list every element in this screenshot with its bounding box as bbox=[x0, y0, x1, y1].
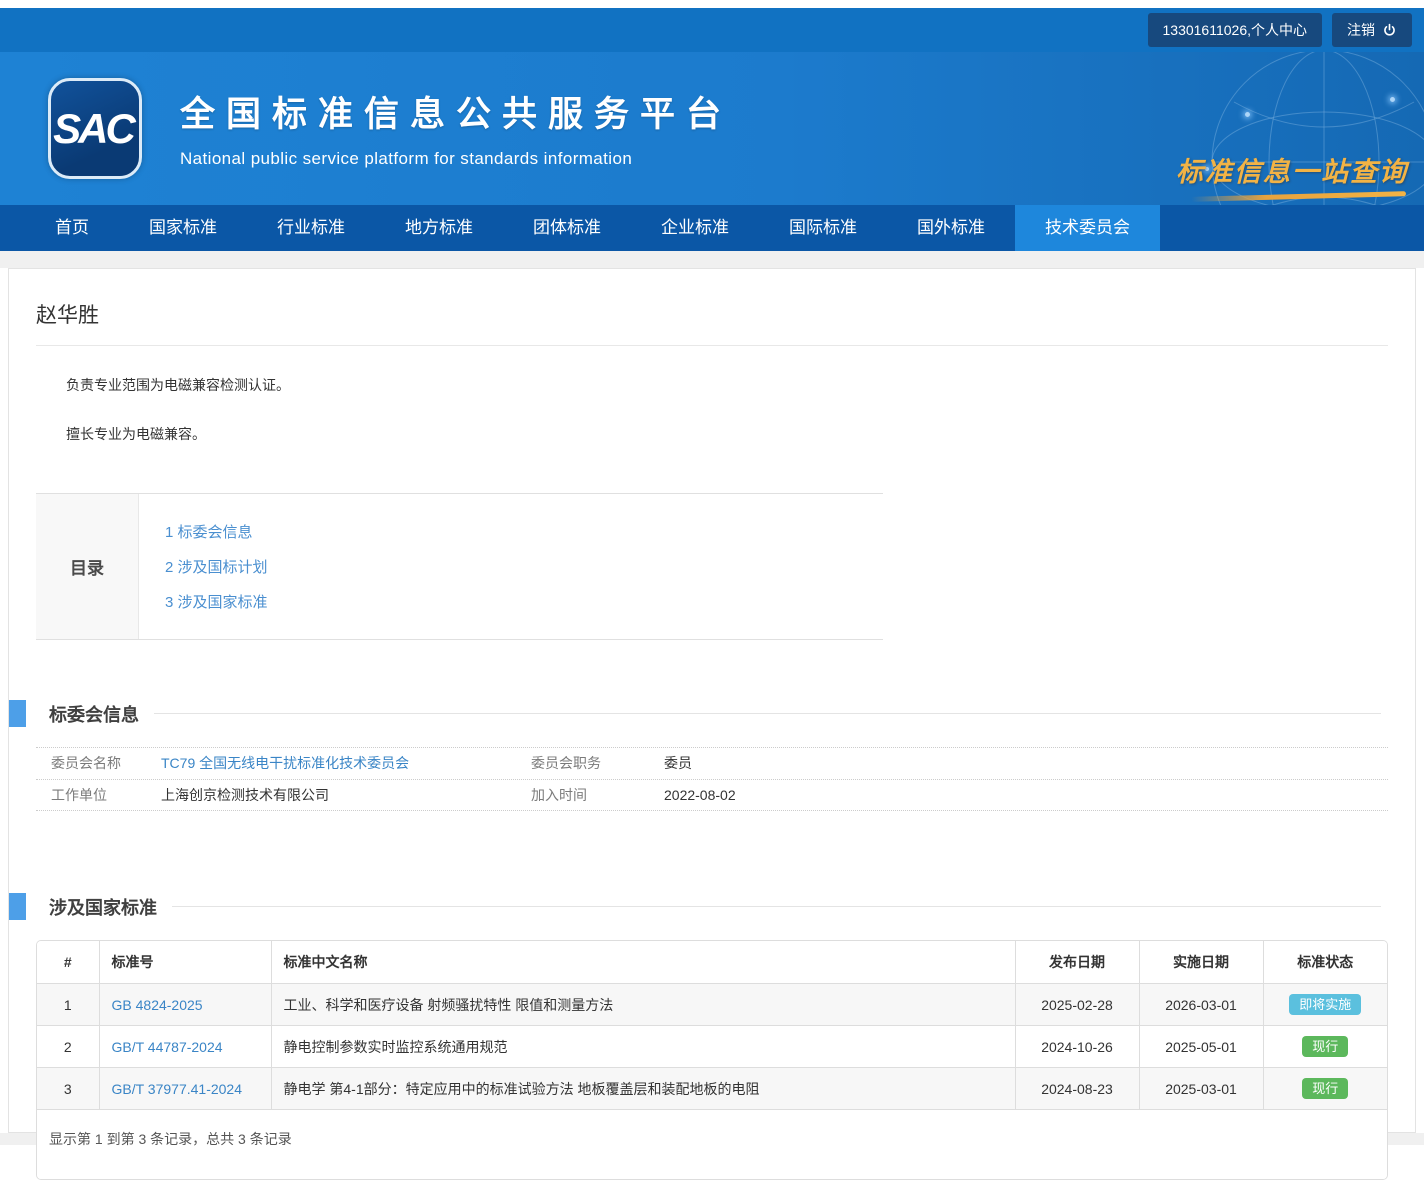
standard-code-link[interactable]: GB 4824-2025 bbox=[112, 997, 203, 1013]
column-header-publish-date: 发布日期 bbox=[1015, 941, 1139, 984]
field-value-committee-name: TC79 全国无线电干扰标准化技术委员会 bbox=[161, 748, 531, 779]
spark-decoration bbox=[1245, 112, 1250, 117]
committee-info-row: 工作单位 上海创京检测技术有限公司 加入时间 2022-08-02 bbox=[36, 779, 1388, 811]
section-header-committee-info: 标委会信息 bbox=[9, 700, 1388, 727]
sac-logo[interactable]: SAC bbox=[48, 78, 142, 179]
spark-decoration bbox=[1390, 97, 1395, 102]
status-badge: 现行 bbox=[1302, 1078, 1348, 1099]
nav-item-industry-standards[interactable]: 行业标准 bbox=[247, 205, 375, 251]
profile-specialty: 擅长专业为电磁兼容。 bbox=[36, 424, 1388, 444]
logout-button[interactable]: 注销 bbox=[1332, 13, 1412, 47]
status-cell: 即将实施 bbox=[1263, 984, 1387, 1026]
column-header-implement-date: 实施日期 bbox=[1139, 941, 1263, 984]
status-badge: 即将实施 bbox=[1289, 994, 1361, 1015]
toc-label: 目录 bbox=[36, 494, 139, 639]
nav-item-home[interactable]: 首页 bbox=[25, 205, 119, 251]
status-badge: 现行 bbox=[1302, 1036, 1348, 1057]
row-index: 1 bbox=[37, 984, 99, 1026]
status-cell: 现行 bbox=[1263, 1026, 1387, 1068]
standard-code-cell: GB 4824-2025 bbox=[99, 984, 271, 1026]
standard-code-cell: GB/T 44787-2024 bbox=[99, 1026, 271, 1068]
section-marker bbox=[9, 700, 26, 727]
top-bar: 13301611026,个人中心 注销 bbox=[0, 8, 1424, 52]
nav-item-national-standards[interactable]: 国家标准 bbox=[119, 205, 247, 251]
logout-label: 注销 bbox=[1347, 20, 1375, 40]
column-header-code: 标准号 bbox=[99, 941, 271, 984]
site-subtitle: National public service platform for sta… bbox=[180, 149, 732, 169]
section-title-committee-info: 标委会信息 bbox=[49, 701, 139, 727]
toc-links: 1 标委会信息 2 涉及国标计划 3 涉及国家标准 bbox=[139, 494, 268, 639]
standard-code-cell: GB/T 37977.41-2024 bbox=[99, 1068, 271, 1110]
committee-link[interactable]: TC79 全国无线电干扰标准化技术委员会 bbox=[161, 755, 409, 771]
main-content: 赵华胜 负责专业范围为电磁兼容检测认证。 擅长专业为电磁兼容。 目录 1 标委会… bbox=[8, 268, 1416, 1133]
nav-item-enterprise-standards[interactable]: 企业标准 bbox=[631, 205, 759, 251]
committee-info-row: 委员会名称 TC79 全国无线电干扰标准化技术委员会 委员会职务 委员 bbox=[36, 747, 1388, 779]
section-rule bbox=[154, 713, 1381, 714]
field-value-position: 委员 bbox=[664, 748, 692, 779]
field-label-committee-name: 委员会名称 bbox=[36, 748, 161, 779]
standard-name-cell: 工业、科学和医疗设备 射频骚扰特性 限值和测量方法 bbox=[271, 984, 1015, 1026]
field-value-join-date: 2022-08-02 bbox=[664, 780, 736, 810]
row-index: 3 bbox=[37, 1068, 99, 1110]
page-background-strip bbox=[0, 251, 1424, 268]
standard-name-cell: 静电控制参数实时监控系统通用规范 bbox=[271, 1026, 1015, 1068]
sac-logo-text: SAC bbox=[53, 105, 137, 153]
implement-date-cell: 2026-03-01 bbox=[1139, 984, 1263, 1026]
field-label-join-date: 加入时间 bbox=[531, 780, 664, 810]
page-title: 赵华胜 bbox=[36, 299, 1388, 329]
table-row: 3 GB/T 37977.41-2024 静电学 第4-1部分：特定应用中的标准… bbox=[37, 1068, 1387, 1110]
row-index: 2 bbox=[37, 1026, 99, 1068]
section-title-national-standards: 涉及国家标准 bbox=[49, 894, 157, 920]
column-header-name: 标准中文名称 bbox=[271, 941, 1015, 984]
table-row: 1 GB 4824-2025 工业、科学和医疗设备 射频骚扰特性 限值和测量方法… bbox=[37, 984, 1387, 1026]
toc-link-national-plans[interactable]: 2 涉及国标计划 bbox=[165, 550, 268, 585]
publish-date-cell: 2024-08-23 bbox=[1015, 1068, 1139, 1110]
table-header-row: # 标准号 标准中文名称 发布日期 实施日期 标准状态 bbox=[37, 941, 1387, 984]
table-row: 2 GB/T 44787-2024 静电控制参数实时监控系统通用规范 2024-… bbox=[37, 1026, 1387, 1068]
site-title: 全国标准信息公共服务平台 bbox=[180, 86, 732, 137]
publish-date-cell: 2025-02-28 bbox=[1015, 984, 1139, 1026]
user-center-label: 13301611026,个人中心 bbox=[1163, 20, 1308, 40]
committee-info-table: 委员会名称 TC79 全国无线电干扰标准化技术委员会 委员会职务 委员 工作单位… bbox=[36, 747, 1388, 811]
nav-item-group-standards[interactable]: 团体标准 bbox=[503, 205, 631, 251]
nav-item-international-standards[interactable]: 国际标准 bbox=[759, 205, 887, 251]
implement-date-cell: 2025-03-01 bbox=[1139, 1068, 1263, 1110]
site-titles: 全国标准信息公共服务平台 National public service pla… bbox=[180, 86, 732, 169]
user-center-button[interactable]: 13301611026,个人中心 bbox=[1148, 13, 1323, 47]
field-value-employer: 上海创京检测技术有限公司 bbox=[161, 780, 531, 810]
header-slogan: 标准信息一站查询 bbox=[1176, 150, 1406, 199]
nav-item-technical-committee[interactable]: 技术委员会 bbox=[1015, 205, 1160, 251]
profile-description: 负责专业范围为电磁兼容检测认证。 bbox=[36, 375, 1388, 395]
implement-date-cell: 2025-05-01 bbox=[1139, 1026, 1263, 1068]
toc-link-committee-info[interactable]: 1 标委会信息 bbox=[165, 515, 268, 550]
site-header: SAC 全国标准信息公共服务平台 National public service… bbox=[0, 52, 1424, 205]
power-icon bbox=[1382, 23, 1397, 38]
slogan-text: 标准信息一站查询 bbox=[1176, 150, 1406, 189]
main-nav: 首页 国家标准 行业标准 地方标准 团体标准 企业标准 国际标准 国外标准 技术… bbox=[0, 205, 1424, 251]
nav-item-foreign-standards[interactable]: 国外标准 bbox=[887, 205, 1015, 251]
nav-item-local-standards[interactable]: 地方标准 bbox=[375, 205, 503, 251]
field-label-employer: 工作单位 bbox=[36, 780, 161, 810]
standard-name-cell: 静电学 第4-1部分：特定应用中的标准试验方法 地板覆盖层和装配地板的电阻 bbox=[271, 1068, 1015, 1110]
field-label-position: 委员会职务 bbox=[531, 748, 664, 779]
publish-date-cell: 2024-10-26 bbox=[1015, 1026, 1139, 1068]
section-marker bbox=[9, 893, 26, 920]
column-header-status: 标准状态 bbox=[1263, 941, 1387, 984]
standards-table: # 标准号 标准中文名称 发布日期 实施日期 标准状态 1 GB 4824-20… bbox=[36, 940, 1388, 1180]
title-divider bbox=[36, 345, 1388, 346]
table-of-contents: 目录 1 标委会信息 2 涉及国标计划 3 涉及国家标准 bbox=[36, 493, 883, 640]
status-cell: 现行 bbox=[1263, 1068, 1387, 1110]
column-header-index: # bbox=[37, 941, 99, 984]
standard-code-link[interactable]: GB/T 37977.41-2024 bbox=[112, 1081, 243, 1097]
section-header-national-standards: 涉及国家标准 bbox=[9, 893, 1388, 920]
section-rule bbox=[172, 906, 1381, 907]
toc-link-national-standards[interactable]: 3 涉及国家标准 bbox=[165, 585, 268, 620]
standard-code-link[interactable]: GB/T 44787-2024 bbox=[112, 1039, 223, 1055]
